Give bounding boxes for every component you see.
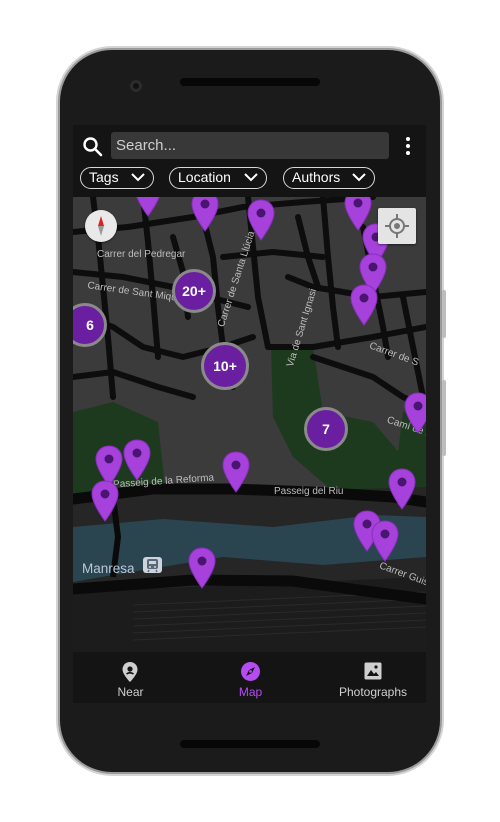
- cluster-marker[interactable]: 20+: [172, 269, 216, 313]
- filter-chip-label: Authors: [292, 169, 341, 185]
- chevron-down-icon: [131, 173, 145, 182]
- photo-pin-icon[interactable]: [122, 439, 152, 481]
- street-label: Carrer del Pedregar: [97, 249, 186, 260]
- app-screen: Search... Tags Location Authors Carrer d…: [73, 125, 426, 703]
- photo-pin-icon[interactable]: [133, 197, 163, 217]
- photo-pin-icon[interactable]: [403, 392, 426, 434]
- city-label: Manresa: [82, 561, 135, 576]
- photo-pin-icon[interactable]: [90, 480, 120, 522]
- compass-needle-icon: [98, 216, 104, 236]
- photo-pin-icon[interactable]: [190, 197, 220, 232]
- map-view[interactable]: Carrer del Pedregar Carrer de Sant Mique…: [73, 197, 426, 652]
- filter-chip-tags[interactable]: Tags: [80, 167, 154, 189]
- chevron-down-icon: [352, 173, 366, 182]
- map-compass-button[interactable]: [85, 210, 117, 242]
- photo-icon: [364, 662, 382, 680]
- top-bar: Search... Tags Location Authors: [73, 125, 426, 197]
- nav-item-near[interactable]: Near: [88, 652, 173, 703]
- photo-pin-icon[interactable]: [387, 468, 417, 510]
- compass-icon: [241, 662, 260, 681]
- filter-chip-authors[interactable]: Authors: [283, 167, 375, 189]
- cluster-marker[interactable]: 7: [304, 407, 348, 451]
- photo-pin-icon[interactable]: [246, 199, 276, 241]
- bottom-speaker: [180, 740, 320, 748]
- nav-label: Near: [117, 685, 144, 699]
- photo-pin-icon[interactable]: [349, 284, 379, 326]
- photo-pin-icon[interactable]: [187, 547, 217, 589]
- nav-item-photographs[interactable]: Photographs: [325, 652, 421, 703]
- volume-button: [442, 290, 446, 338]
- filter-chip-label: Location: [178, 169, 231, 185]
- phone-frame: Search... Tags Location Authors Carrer d…: [60, 50, 446, 772]
- earpiece-speaker: [180, 78, 320, 86]
- cluster-marker[interactable]: 10+: [201, 342, 249, 390]
- nav-label: Map: [238, 685, 263, 699]
- bottom-navigation: Near Map Photographs: [73, 652, 426, 703]
- chevron-down-icon: [244, 173, 258, 182]
- search-icon[interactable]: [81, 135, 105, 159]
- street-label: Passeig del Riu: [274, 486, 344, 497]
- filter-chip-location[interactable]: Location: [169, 167, 267, 189]
- my-location-button[interactable]: [378, 208, 416, 244]
- nav-label: Photographs: [338, 685, 408, 699]
- photo-pin-icon[interactable]: [221, 451, 251, 493]
- photo-pin-icon[interactable]: [370, 520, 400, 562]
- more-vert-icon[interactable]: [402, 136, 414, 156]
- train-station-icon: [143, 557, 162, 573]
- front-camera: [130, 80, 142, 92]
- filter-chip-label: Tags: [89, 169, 119, 185]
- nav-item-map[interactable]: Map: [208, 652, 293, 703]
- location-pin-icon: [122, 662, 138, 682]
- crosshair-icon: [385, 214, 409, 238]
- power-button: [442, 380, 446, 456]
- search-input[interactable]: Search...: [111, 132, 389, 159]
